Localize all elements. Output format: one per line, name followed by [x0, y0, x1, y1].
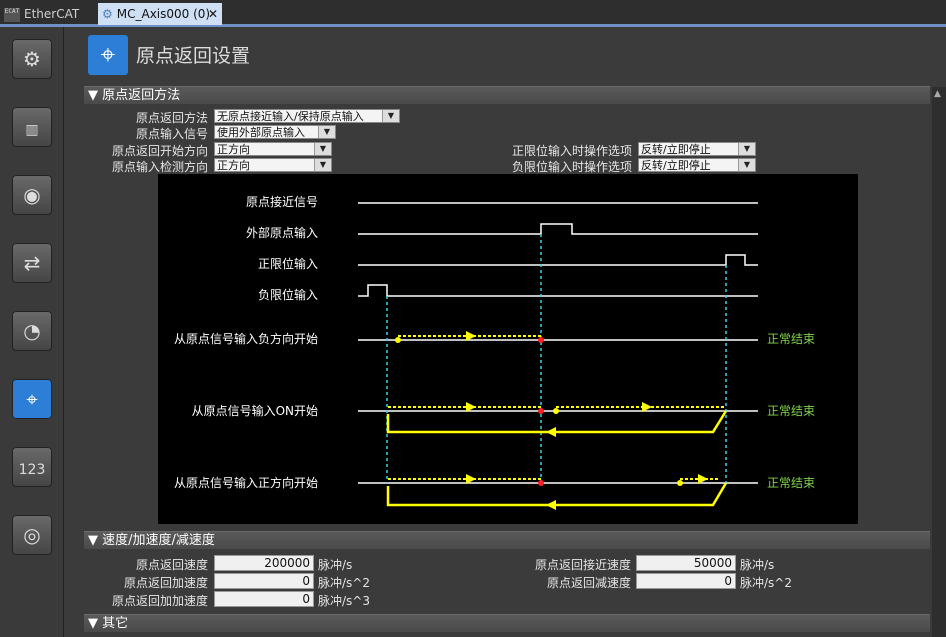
home-acceleration-input[interactable]: 0: [214, 573, 314, 589]
close-icon[interactable]: ✕: [208, 3, 218, 25]
home-speed-input[interactable]: 200000: [214, 555, 314, 571]
arrow-left-icon: [546, 427, 556, 437]
case2-return-trace: [386, 410, 728, 434]
signal-label-positive-limit: 正限位输入: [258, 256, 318, 271]
case-label-negative-start: 从原点信号输入负方向开始: [174, 331, 318, 346]
motor-icon: ◉: [23, 183, 41, 207]
crosshair-icon: ⌖: [88, 35, 128, 75]
positive-limit-operation-select[interactable]: 反转/立即停止 ▼: [638, 142, 756, 156]
tab-axis-label: MC_Axis000 (0): [116, 7, 211, 21]
positive-limit-operation-label: 正限位输入时操作选项: [511, 144, 632, 158]
signal-label-approach: 原点接近信号: [246, 194, 318, 209]
chevron-down-icon[interactable]: ▼: [382, 110, 399, 122]
home-approach-speed-input[interactable]: 50000: [636, 555, 736, 571]
home-approach-speed-label: 原点返回接近速度: [534, 558, 631, 572]
home-input-detection-direction-label: 原点输入检测方向: [111, 160, 208, 174]
chevron-down-icon[interactable]: ▼: [314, 143, 331, 155]
home-speed-unit: 脉冲/s: [318, 558, 353, 572]
sidebar-item-homing[interactable]: ⌖: [12, 379, 52, 419]
sidebar-item-unit-conversion[interactable]: ▥: [12, 107, 52, 147]
home-jerk-input[interactable]: 0: [214, 591, 314, 607]
document-tab-bar: ECAT EtherCAT ⚙ MC_Axis000 (0) ✕: [0, 0, 946, 27]
homing-method-select[interactable]: 无原点接近输入/保持原点输入 ▼: [214, 109, 400, 123]
homing-method-label: 原点返回方法: [135, 111, 208, 125]
settings-sidebar: ⚙ ▥ ◉ ⇄ ◔ ⌖ 123 ◎: [0, 27, 64, 637]
section-other[interactable]: ▼ 其它: [84, 614, 930, 632]
chevron-down-icon[interactable]: ▼: [738, 159, 755, 171]
section-homing-method[interactable]: ▼ 原点返回方法: [84, 86, 930, 104]
positive-limit-signal-line: [358, 254, 758, 266]
sidebar-item-operation-settings[interactable]: ◉: [12, 175, 52, 215]
sidebar-item-limit-settings[interactable]: ◔: [12, 311, 52, 351]
tab-ethercat-label: EtherCAT: [24, 7, 80, 21]
signal-label-external-home: 外部原点输入: [246, 225, 318, 240]
home-deceleration-unit: 脉冲/s^2: [740, 576, 792, 590]
section-speed-acceleration[interactable]: ▼ 速度/加速度/减速度: [84, 531, 930, 549]
home-stop-marker: [538, 337, 544, 343]
home-acceleration-label: 原点返回加速度: [123, 576, 208, 590]
gear-search-icon: ⚙: [23, 47, 41, 71]
end-label-case3: 正常结束: [767, 476, 815, 490]
start-point-marker: [677, 480, 683, 486]
home-approach-speed-unit: 脉冲/s: [740, 558, 775, 572]
tab-ethercat[interactable]: ECAT EtherCAT: [4, 3, 92, 25]
negative-limit-operation-select[interactable]: 反转/立即停止 ▼: [638, 158, 756, 172]
home-stop-marker: [538, 480, 544, 486]
positive-limit-operation-value: 反转/立即停止: [641, 143, 711, 156]
homing-timing-diagram: 原点接近信号 外部原点输入 正限位输入 负限位输入 从原点信号输入负方向开始 从…: [158, 174, 858, 524]
sidebar-item-general-settings[interactable]: ⚙: [12, 39, 52, 79]
home-deceleration-label: 原点返回减速度: [546, 576, 631, 590]
start-point-marker: [553, 408, 559, 414]
chevron-down-icon[interactable]: ▼: [318, 126, 335, 138]
vertical-scrollbar[interactable]: ▲: [932, 87, 946, 637]
negative-limit-signal-line: [358, 284, 758, 297]
case-label-on-start: 从原点信号输入ON开始: [192, 403, 318, 418]
home-jerk-unit: 脉冲/s^3: [318, 594, 370, 608]
home-input-detection-direction-value: 正方向: [217, 159, 250, 172]
chevron-down-icon[interactable]: ▼: [738, 143, 755, 155]
crosshair-icon: ⌖: [26, 387, 38, 411]
timing-diagram-svg: 原点接近信号 外部原点输入 正限位输入 负限位输入 从原点信号输入负方向开始 从…: [174, 194, 815, 510]
arrow-left-icon: [546, 500, 556, 510]
home-stop-marker: [538, 408, 544, 414]
gauge-icon: ◔: [23, 319, 41, 343]
sidebar-item-other-operation[interactable]: ⇄: [12, 243, 52, 283]
start-point-marker: [395, 337, 401, 343]
negative-limit-operation-label: 负限位输入时操作选项: [511, 160, 632, 174]
homing-method-value: 无原点接近输入/保持原点输入: [217, 110, 364, 123]
tab-mc-axis[interactable]: ⚙ MC_Axis000 (0) ✕: [98, 3, 222, 25]
case3-return-trace: [386, 482, 728, 507]
ruler-icon: ▥: [25, 122, 39, 138]
home-jerk-label: 原点返回加加速度: [111, 594, 208, 608]
negative-limit-operation-value: 反转/立即停止: [641, 159, 711, 172]
sidebar-item-position-count[interactable]: 123: [12, 447, 52, 487]
arrows-swap-icon: ⇄: [23, 251, 41, 275]
external-home-signal-line: [358, 223, 758, 235]
signal-label-negative-limit: 负限位输入: [258, 287, 318, 302]
end-label-case1: 正常结束: [767, 332, 815, 346]
case-label-positive-start: 从原点信号输入正方向开始: [174, 475, 318, 490]
home-input-detection-direction-select[interactable]: 正方向 ▼: [214, 158, 332, 172]
home-acceleration-unit: 脉冲/s^2: [318, 576, 370, 590]
sidebar-item-servo-drive[interactable]: ◎: [12, 515, 52, 555]
homing-start-direction-select[interactable]: 正方向 ▼: [214, 142, 332, 156]
page-header: ⌖ 原点返回设置: [84, 33, 946, 79]
home-speed-label: 原点返回速度: [135, 558, 208, 572]
encoder-icon: ◎: [23, 523, 41, 547]
ethercat-icon: ECAT: [4, 7, 20, 22]
home-deceleration-input[interactable]: 0: [636, 573, 736, 589]
homing-start-direction-label: 原点返回开始方向: [111, 144, 208, 158]
gear-icon: ⚙: [102, 7, 113, 21]
scroll-up-arrow-icon[interactable]: ▲: [934, 89, 941, 99]
home-input-signal-label: 原点输入信号: [135, 127, 208, 141]
home-input-signal-value: 使用外部原点输入: [217, 126, 305, 139]
chevron-down-icon[interactable]: ▼: [314, 159, 331, 171]
page-title: 原点返回设置: [136, 45, 251, 67]
counter-123-icon: 123: [18, 462, 46, 478]
homing-start-direction-value: 正方向: [217, 143, 250, 156]
end-label-case2: 正常结束: [767, 404, 815, 418]
home-input-signal-select[interactable]: 使用外部原点输入 ▼: [214, 125, 336, 139]
